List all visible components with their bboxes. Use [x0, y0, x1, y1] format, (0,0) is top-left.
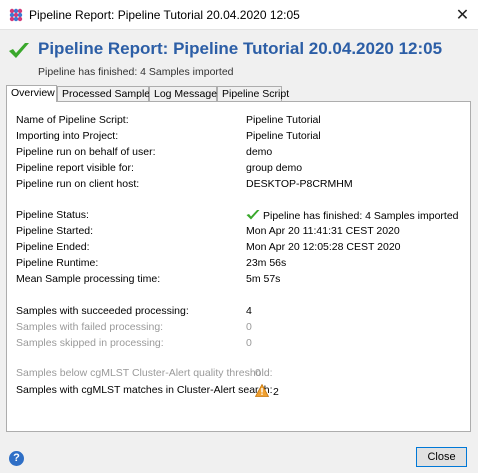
check-icon — [9, 43, 29, 58]
field-label: Pipeline Ended: — [16, 241, 90, 253]
field-label: Samples below cgMLST Cluster-Alert quali… — [16, 367, 273, 379]
field-value: Mon Apr 20 11:41:31 CEST 2020 — [246, 225, 400, 237]
info-row: Pipeline Runtime: 23m 56s — [16, 257, 466, 271]
title-bar: Pipeline Report: Pipeline Tutorial 20.04… — [0, 0, 478, 30]
field-label: Mean Sample processing time: — [16, 273, 161, 285]
report-header: Pipeline Report: Pipeline Tutorial 20.04… — [0, 30, 478, 82]
overview-panel: Name of Pipeline Script: Pipeline Tutori… — [6, 101, 471, 432]
field-label: Samples with cgMLST matches in Cluster-A… — [16, 384, 273, 396]
window-close-button[interactable]: ✕ — [447, 0, 478, 29]
info-row: Samples with failed processing: 0 — [16, 321, 466, 335]
check-icon — [246, 210, 260, 220]
field-label: Pipeline Started: — [16, 225, 94, 237]
tab-log-messages[interactable]: Log Messages — [149, 86, 222, 101]
status-text: Pipeline has finished: 4 Samples importe… — [263, 210, 459, 222]
field-value: 5m 57s — [246, 273, 281, 285]
field-label: Pipeline report visible for: — [16, 162, 134, 174]
info-row: Name of Pipeline Script: Pipeline Tutori… — [16, 114, 466, 128]
app-icon — [9, 8, 23, 22]
field-value: 4 — [246, 305, 252, 317]
info-row: Pipeline report visible for: group demo — [16, 162, 466, 176]
field-label: Pipeline Runtime: — [16, 257, 99, 269]
info-row: Pipeline Ended: Mon Apr 20 12:05:28 CEST… — [16, 241, 466, 255]
field-value: Pipeline Tutorial — [246, 114, 321, 126]
tab-processed-samples[interactable]: Processed Samples — [57, 86, 155, 101]
field-label: Pipeline run on client host: — [16, 178, 140, 190]
field-label: Name of Pipeline Script: — [16, 114, 129, 126]
field-value: group demo — [246, 162, 303, 174]
info-row: Samples with succeeded processing: 4 — [16, 305, 466, 319]
tab-overview[interactable]: Overview — [6, 85, 57, 102]
info-row: Pipeline Status: Pipeline has finished: … — [16, 209, 466, 223]
field-label: Samples skipped in processing: — [16, 337, 164, 349]
report-subtitle: Pipeline has finished: 4 Samples importe… — [38, 66, 234, 78]
field-value: 0 — [246, 321, 252, 333]
warning-icon — [255, 384, 269, 397]
field-label: Pipeline run on behalf of user: — [16, 146, 156, 158]
field-label: Samples with failed processing: — [16, 321, 164, 333]
info-row: Mean Sample processing time: 5m 57s — [16, 273, 466, 287]
field-value: Pipeline Tutorial — [246, 130, 321, 142]
help-icon[interactable]: ? — [9, 451, 24, 466]
info-row: Pipeline run on behalf of user: demo — [16, 146, 466, 160]
info-row: Importing into Project: Pipeline Tutoria… — [16, 130, 466, 144]
report-title: Pipeline Report: Pipeline Tutorial 20.04… — [38, 39, 443, 58]
info-row: Samples below cgMLST Cluster-Alert quali… — [16, 367, 466, 381]
close-button[interactable]: Close — [416, 447, 467, 467]
field-value: DESKTOP-P8CRMHM — [246, 178, 353, 190]
field-value: Mon Apr 20 12:05:28 CEST 2020 — [246, 241, 401, 253]
tab-pipeline-script[interactable]: Pipeline Script — [217, 86, 289, 101]
info-row: Samples with cgMLST matches in Cluster-A… — [16, 384, 466, 398]
field-label: Samples with succeeded processing: — [16, 305, 189, 317]
field-value: Pipeline has finished: 4 Samples importe… — [246, 209, 459, 222]
cluster-match-count: 2 — [273, 386, 279, 398]
field-value: 0 — [255, 367, 261, 379]
field-value: 0 — [246, 337, 252, 349]
info-row: Samples skipped in processing: 0 — [16, 337, 466, 351]
field-value: 2 — [255, 384, 279, 398]
field-value: 23m 56s — [246, 257, 287, 269]
field-label: Importing into Project: — [16, 130, 119, 142]
field-label: Pipeline Status: — [16, 209, 89, 221]
window-title: Pipeline Report: Pipeline Tutorial 20.04… — [29, 8, 300, 22]
field-value: demo — [246, 146, 273, 158]
info-row: Pipeline run on client host: DESKTOP-P8C… — [16, 178, 466, 192]
info-row: Pipeline Started: Mon Apr 20 11:41:31 CE… — [16, 225, 466, 239]
